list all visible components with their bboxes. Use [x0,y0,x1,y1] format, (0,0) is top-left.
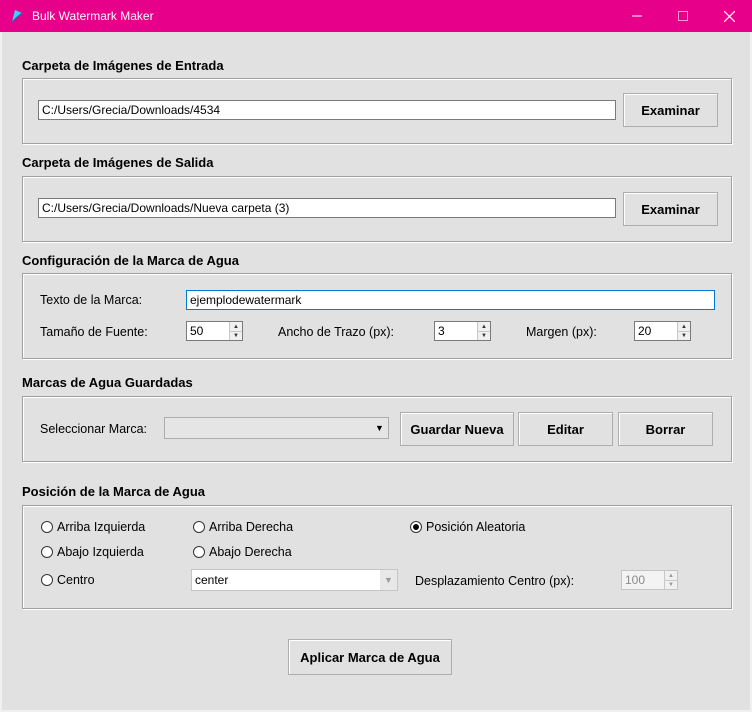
minimize-button[interactable] [614,0,660,32]
input-path-field[interactable]: C:/Users/Grecia/Downloads/4534 [38,100,616,120]
saved-watermark-select[interactable]: ▼ [164,417,389,439]
output-section-title: Carpeta de Imágenes de Salida [22,155,214,170]
maximize-icon [678,11,688,21]
random-label[interactable]: Posición Aleatoria [426,520,525,534]
font-size-label: Tamaño de Fuente: [40,325,148,339]
font-size-value: 50 [190,324,204,338]
radio-random[interactable] [410,521,422,533]
delete-button[interactable]: Borrar [618,412,713,446]
close-button[interactable] [706,0,752,32]
stroke-width-value: 3 [438,324,445,338]
position-section-title: Posición de la Marca de Agua [22,484,206,499]
edit-button[interactable]: Editar [518,412,613,446]
chevron-down-icon[interactable]: ▼ [371,418,388,438]
center-select-value: center [195,573,229,587]
radio-top-left[interactable] [41,521,53,533]
margin-spinner[interactable]: 20 ▲ ▼ [634,321,691,341]
watermark-text-input[interactable]: ejemplodewatermark [186,290,715,310]
bottom-right-label[interactable]: Abajo Derecha [209,545,292,559]
top-left-label[interactable]: Arriba Izquierda [57,520,145,534]
maximize-button[interactable] [660,0,706,32]
spin-down-icon[interactable]: ▼ [665,580,677,589]
margin-value: 20 [638,324,652,338]
output-browse-button[interactable]: Examinar [623,192,718,226]
radio-bottom-right[interactable] [193,546,205,558]
center-label[interactable]: Centro [57,573,95,587]
title-bar: Bulk Watermark Maker [0,0,752,32]
minimize-icon [632,15,642,17]
stroke-width-label: Ancho de Trazo (px): [278,325,395,339]
save-new-button[interactable]: Guardar Nueva [400,412,514,446]
center-offset-value: 100 [625,573,646,587]
center-offset-label: Desplazamiento Centro (px): [415,574,575,588]
spin-down-icon[interactable]: ▼ [478,331,490,340]
saved-section-title: Marcas de Agua Guardadas [22,375,193,390]
window-title: Bulk Watermark Maker [32,9,154,23]
center-offset-spinner[interactable]: 100 ▲ ▼ [621,570,678,590]
font-size-spinner[interactable]: 50 ▲ ▼ [186,321,243,341]
main-panel: Carpeta de Imágenes de Entrada C:/Users/… [2,32,750,710]
radio-bottom-left[interactable] [41,546,53,558]
app-feather-icon [11,10,23,23]
config-frame [22,273,732,359]
input-section-title: Carpeta de Imágenes de Entrada [22,58,224,73]
bottom-left-label[interactable]: Abajo Izquierda [57,545,144,559]
chevron-down-icon[interactable]: ▼ [380,570,397,590]
top-right-label[interactable]: Arriba Derecha [209,520,293,534]
close-icon [723,10,735,22]
spin-down-icon[interactable]: ▼ [230,331,242,340]
input-browse-button[interactable]: Examinar [623,93,718,127]
center-select[interactable]: center ▼ [191,569,398,591]
stroke-width-spinner[interactable]: 3 ▲ ▼ [434,321,491,341]
spin-down-icon[interactable]: ▼ [678,331,690,340]
output-path-field[interactable]: C:/Users/Grecia/Downloads/Nueva carpeta … [38,198,616,218]
radio-top-right[interactable] [193,521,205,533]
select-watermark-label: Seleccionar Marca: [40,422,147,436]
apply-watermark-button[interactable]: Aplicar Marca de Agua [288,639,452,675]
radio-center[interactable] [41,574,53,586]
watermark-text-label: Texto de la Marca: [40,293,143,307]
config-section-title: Configuración de la Marca de Agua [22,253,239,268]
margin-label: Margen (px): [526,325,597,339]
